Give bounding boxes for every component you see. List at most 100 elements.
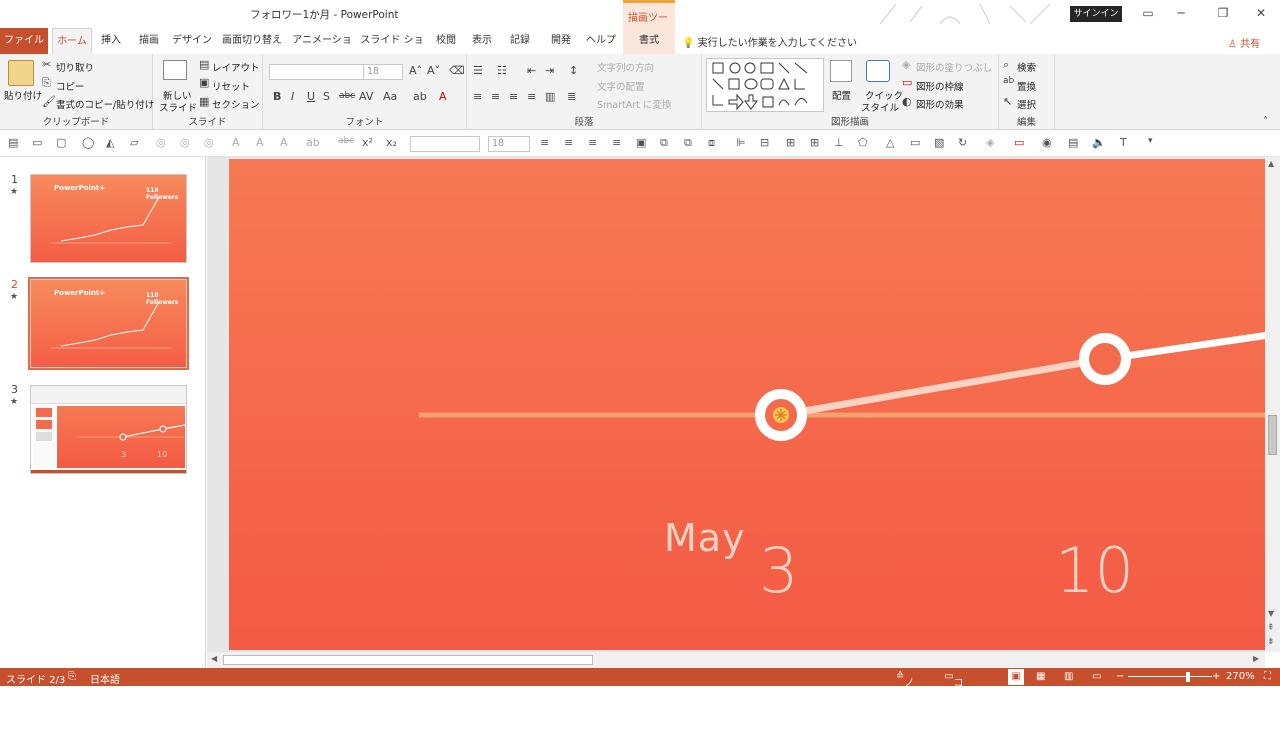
arrange-button[interactable]: 配置 [832,88,851,102]
fill-qat-icon[interactable]: ◈ [986,136,994,149]
grow-font-icon[interactable]: A˄ [409,64,422,77]
arrange-icon[interactable] [830,60,852,82]
shape-gallery[interactable] [706,58,824,112]
normal-view-icon[interactable]: ▣ [1008,669,1024,685]
align-middle-icon[interactable]: ⊞ [810,136,819,149]
triangle-flip-icon[interactable]: ◭ [106,136,114,149]
restore-icon[interactable]: ❐ [1212,4,1234,22]
paragraph-align-icon[interactable]: ≣ [567,90,576,103]
format-painter-button[interactable]: 書式のコピー/貼り付け [56,97,154,111]
horizontal-scroll-thumb[interactable] [223,655,593,665]
zoom-level[interactable]: 270% [1226,671,1255,682]
qat-font-name-select[interactable] [410,136,480,152]
strikethrough-qat-icon[interactable]: abc [338,136,354,146]
tab-help[interactable]: ヘルプ [584,28,618,54]
bullets-icon[interactable]: ☰ [473,64,483,77]
align-left-icon[interactable]: ≡ [473,90,482,103]
align-bottom-icon[interactable]: ⊥ [834,136,844,149]
subscript-icon[interactable]: x₂ [386,136,397,149]
new-slide-button-line2[interactable]: スライド [159,100,197,114]
reset-button[interactable]: リセット [212,79,250,93]
tab-file[interactable]: ファイル [0,28,48,54]
smartart-button[interactable]: SmartArt に変換 [597,97,671,111]
slide-canvas[interactable]: May 3 10 [229,159,1265,650]
qat-justify-icon[interactable]: ≡ [612,136,621,149]
copy-button[interactable]: コピー [56,79,85,93]
scroll-left-icon[interactable]: ◀ [211,654,217,663]
strikethrough-icon[interactable]: abc [339,91,355,101]
qat-align-left-icon[interactable]: ≡ [540,136,549,149]
tell-me-search[interactable]: 💡 実行したい作業を入力してください [682,34,857,49]
change-case-icon[interactable]: Aa [383,90,397,103]
italic-icon[interactable]: I [291,90,294,103]
group-icon[interactable]: ⧈ [708,136,715,150]
triangle-icon[interactable]: △ [886,136,894,149]
intersect-icon[interactable]: ◎ [180,136,190,149]
customize-qat-icon[interactable]: ▾ [1148,136,1153,146]
tab-record[interactable]: 記録 [506,28,534,54]
ribbon-display-options-icon[interactable]: ▭ [1137,4,1159,22]
rounded-rectangle-icon[interactable]: ▢ [56,136,66,149]
find-button[interactable]: 検索 [1017,60,1036,74]
section-button[interactable]: セクション [212,97,260,111]
shrink-font-icon[interactable]: A˅ [427,64,440,77]
combine-icon[interactable]: ◎ [204,136,214,149]
bold-icon[interactable]: B [273,90,281,103]
select-button[interactable]: 選択 [1017,97,1036,111]
distribute-icon[interactable]: ⊟ [760,136,769,149]
grow-font-qat-icon[interactable]: A [232,136,240,149]
new-slide-icon[interactable] [163,60,187,80]
tab-developer[interactable]: 開発 [544,28,578,54]
tab-view[interactable]: 表示 [468,28,496,54]
tab-home[interactable]: ホーム [52,28,92,54]
outline-qat-icon[interactable]: ▭ [1014,136,1024,149]
decrease-indent-icon[interactable]: ⇤ [527,64,536,77]
zoom-out-icon[interactable]: − [1116,671,1124,682]
highlight-qat-icon[interactable]: ab [306,136,320,149]
slide-thumbnail-3[interactable]: 3 10 [30,385,187,474]
notes-button[interactable]: ≙ ノート [896,671,914,719]
tab-draw[interactable]: 描画 [134,28,164,54]
text-format-icon[interactable]: T [1120,136,1127,149]
reading-view-icon[interactable]: ▥ [1064,671,1073,682]
record-icon[interactable]: ◉ [1042,136,1052,149]
shadow-icon[interactable]: S [323,90,330,103]
quick-styles-icon[interactable] [866,60,890,82]
horizontal-scrollbar[interactable]: ◀ ▶ [207,652,1265,668]
zoom-slider-track[interactable] [1128,676,1212,677]
numbering-icon[interactable]: ☷ [497,64,507,77]
shape-select-icon[interactable]: ⬠ [858,136,868,149]
fit-slide-icon[interactable]: ⛶ [1264,671,1271,682]
shrink-font-qat-icon[interactable]: A [256,136,264,149]
table-icon[interactable]: ▤ [1068,136,1078,149]
columns-icon[interactable]: ▥ [545,90,555,103]
slide-thumbnail-1[interactable]: PowerPoint+ 118 Followers [30,174,187,263]
align-center-icon[interactable]: ≡ [491,90,500,103]
highlight-icon[interactable]: ab [413,90,427,103]
previous-slide-icon[interactable]: ⇞ [1267,623,1275,633]
underline-icon[interactable]: U [307,90,315,103]
zoom-slider-thumb[interactable] [1186,672,1190,682]
align-objects-icon[interactable]: ⊫ [736,136,746,149]
layout-button[interactable]: レイアウト [212,60,260,74]
quick-styles-button-line2[interactable]: スタイル [861,100,899,114]
textbox-icon[interactable]: ▤ [8,136,18,149]
replace-button[interactable]: 置換 [1017,79,1036,93]
align-text-button[interactable]: 文字の配置 [597,79,645,93]
slideshow-view-icon[interactable]: ▭ [1092,671,1101,682]
slide-sorter-icon[interactable]: ▦ [1036,671,1045,682]
font-name-select[interactable] [269,64,365,80]
shape-outline-button[interactable]: 図形の枠線 [916,79,964,93]
oval-icon[interactable]: ◯ [82,136,94,149]
font-size-select[interactable]: 18 [363,64,403,80]
audio-icon[interactable]: 🔈 [1092,136,1106,149]
tab-format[interactable]: 書式 [623,28,675,54]
merge-shapes-icon[interactable]: ◎ [156,136,166,149]
close-icon[interactable]: ✕ [1250,4,1272,22]
scroll-up-icon[interactable]: ▲ [1268,159,1274,168]
tab-review[interactable]: 校閲 [432,28,460,54]
picture-icon[interactable]: ▣ [636,136,646,149]
signin-button[interactable]: サインイン [1070,6,1122,22]
rotation-handle-icon[interactable] [773,407,789,423]
qat-align-right-icon[interactable]: ≡ [588,136,597,149]
